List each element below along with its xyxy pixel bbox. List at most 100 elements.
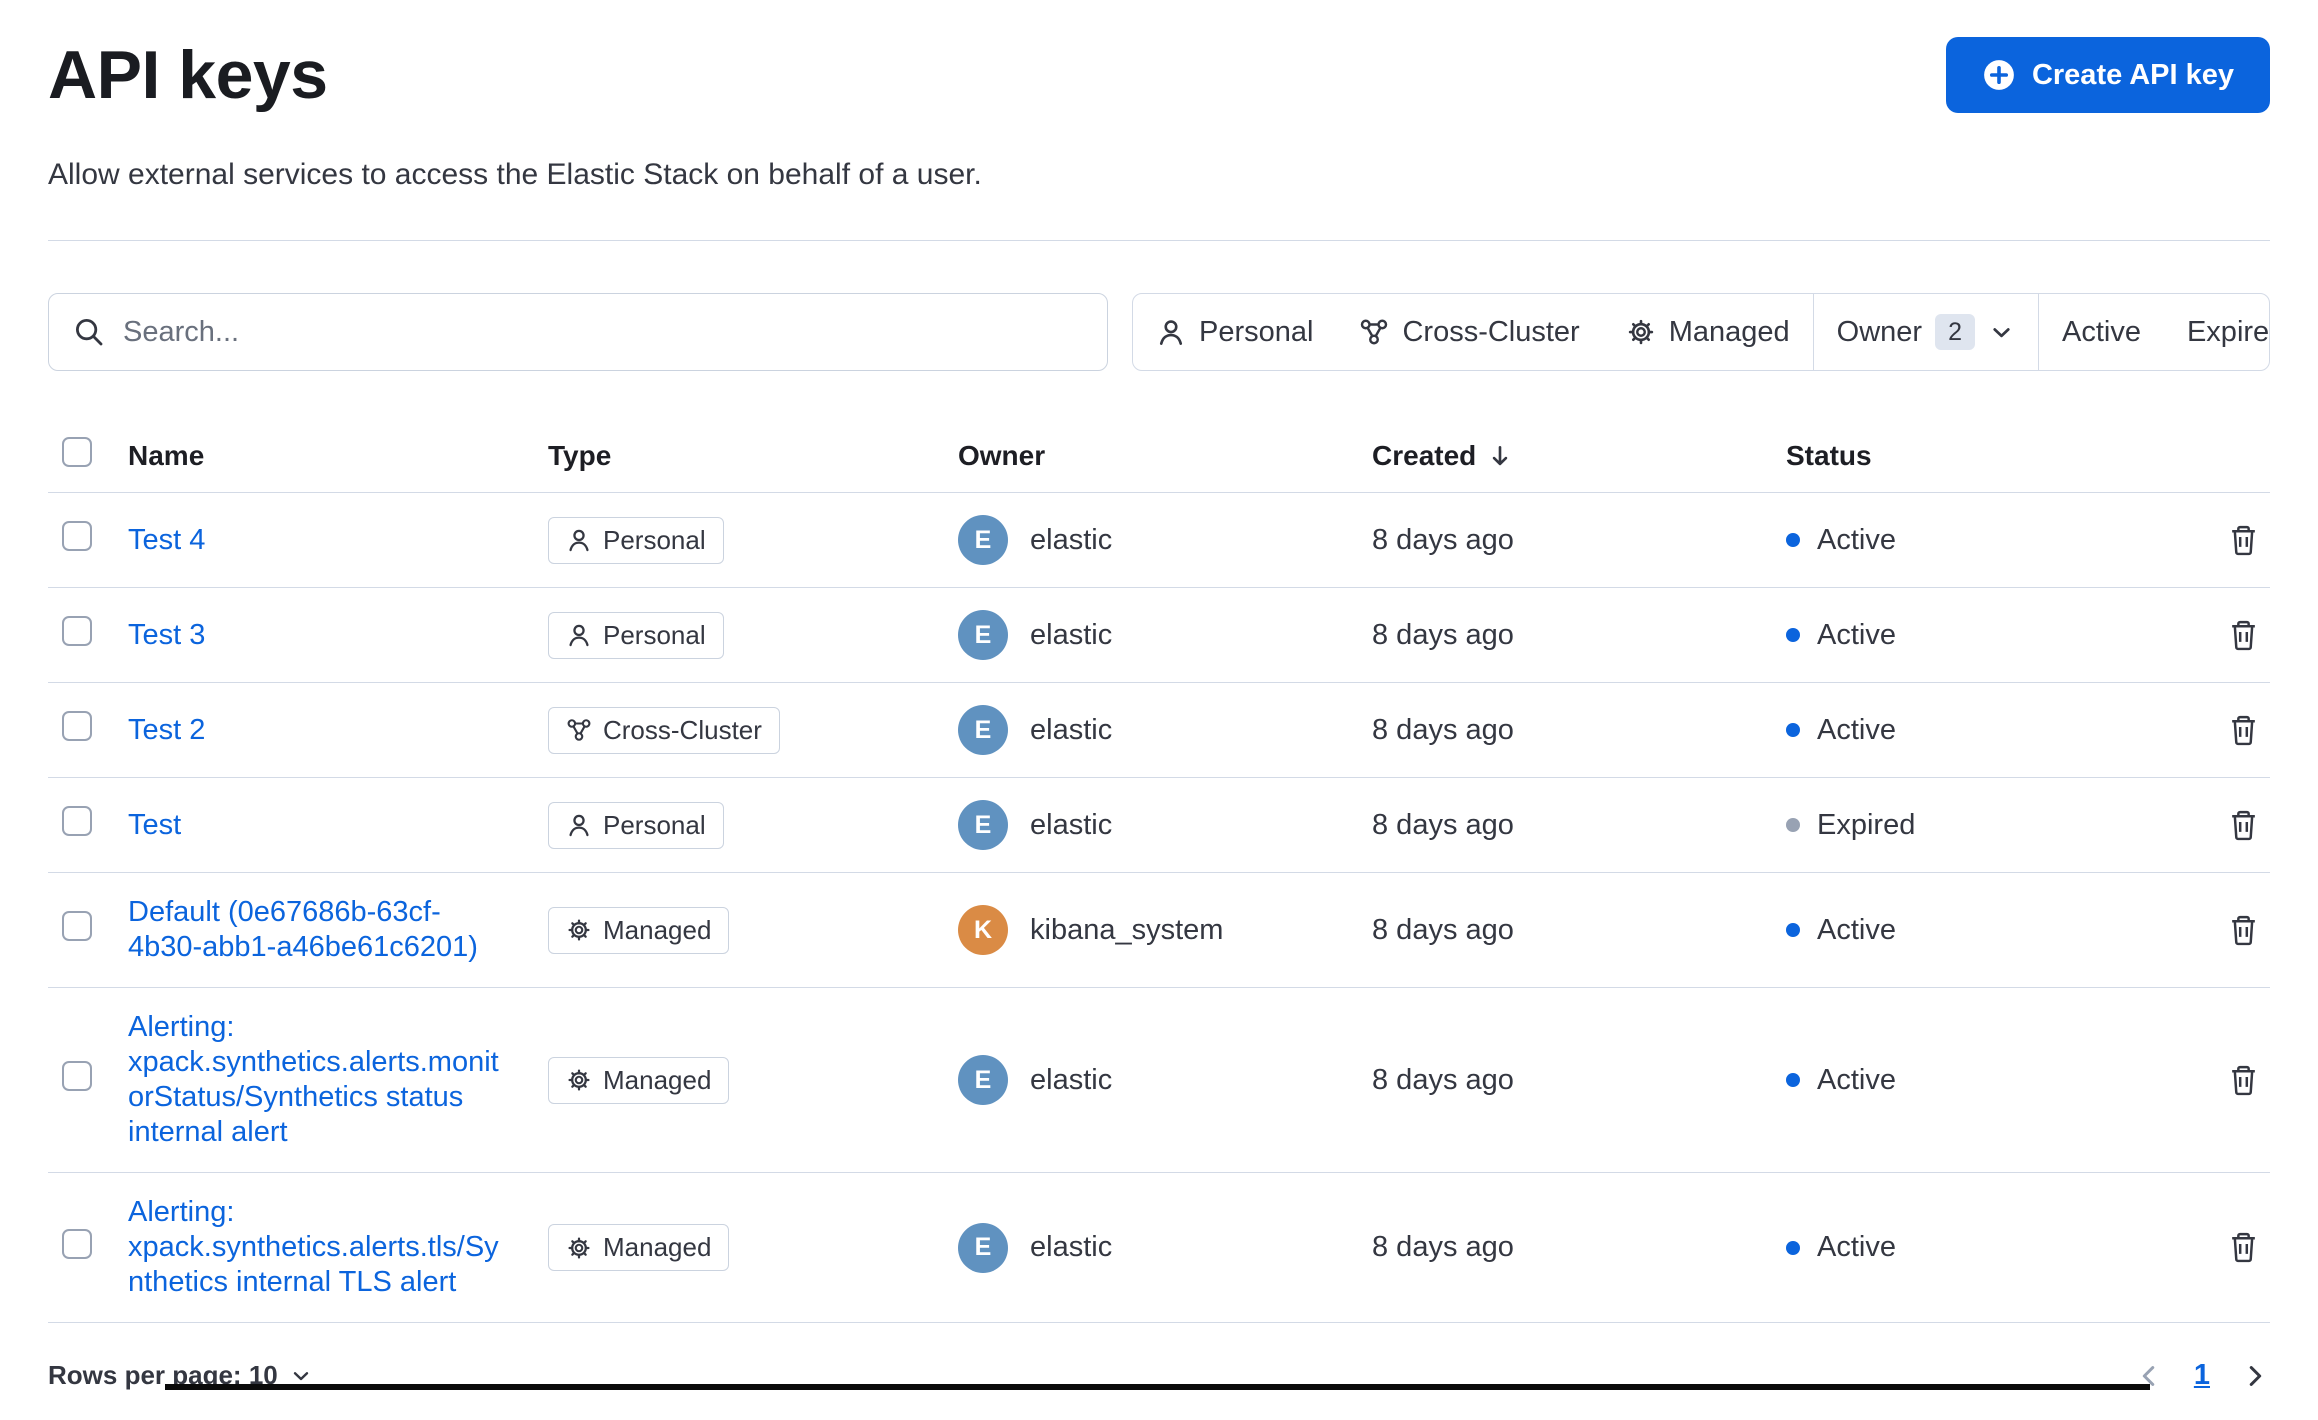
page-title: API keys <box>48 37 328 113</box>
type-badge: Personal <box>548 801 724 849</box>
filter-group: Personal Cross-Cluster Managed Owner 2 A… <box>1132 293 2270 371</box>
delete-api-key-button[interactable] <box>2221 612 2266 657</box>
next-page-button[interactable] <box>2240 1361 2270 1391</box>
created-value: 8 days ago <box>1372 713 1514 746</box>
row-checkbox[interactable] <box>62 806 92 836</box>
type-badge-label: Cross-Cluster <box>603 714 762 745</box>
filter-cross-cluster[interactable]: Cross-Cluster <box>1336 294 1602 370</box>
type-badge-label: Personal <box>603 809 706 840</box>
api-key-name-link[interactable]: Default (0e67686b-63cf-4b30-abb1-a46be61… <box>128 895 512 965</box>
filter-cross-cluster-label: Cross-Cluster <box>1402 315 1580 348</box>
table-body: Test 4 Personal E elastic 8 days ago Act… <box>48 493 2270 1323</box>
filter-managed-label: Managed <box>1668 315 1790 348</box>
status-label: Active <box>1817 1231 1896 1263</box>
gear-icon <box>566 1067 592 1093</box>
filter-personal[interactable]: Personal <box>1133 294 1336 370</box>
table-row: Default (0e67686b-63cf-4b30-abb1-a46be61… <box>48 873 2270 988</box>
delete-api-key-button[interactable] <box>2221 1057 2266 1102</box>
owner-name: elastic <box>1030 713 1113 746</box>
page-header: API keys Create API key <box>48 36 2270 114</box>
column-header-name[interactable]: Name <box>128 440 548 472</box>
status-dot <box>1786 723 1800 737</box>
created-value: 8 days ago <box>1372 808 1514 841</box>
status-label: Active <box>1817 913 1896 946</box>
search-input[interactable] <box>123 315 1083 349</box>
api-keys-table: Name Type Owner Created Status Test 4 Pe <box>48 427 2270 1323</box>
owner-avatar: E <box>958 610 1008 660</box>
api-key-name-link[interactable]: Test 3 <box>128 618 512 653</box>
row-checkbox[interactable] <box>62 521 92 551</box>
status-dot <box>1786 818 1800 832</box>
filter-owner-label: Owner <box>1836 315 1923 348</box>
user-icon <box>566 527 592 553</box>
search-box <box>48 293 1108 371</box>
column-header-created[interactable]: Created <box>1372 440 1786 472</box>
delete-api-key-button[interactable] <box>2221 517 2266 562</box>
trash-icon <box>2227 618 2260 651</box>
status-dot <box>1786 1073 1800 1087</box>
owner-name: elastic <box>1030 1231 1113 1263</box>
type-badge: Managed <box>548 906 730 954</box>
status-label: Expired <box>1817 808 1916 841</box>
api-key-name-link[interactable]: Alerting: xpack.synthetics.alerts.monito… <box>128 1010 512 1150</box>
page-number-1[interactable]: 1 <box>2194 1359 2210 1392</box>
status-dot <box>1786 533 1800 547</box>
column-header-type[interactable]: Type <box>548 440 958 472</box>
created-value: 8 days ago <box>1372 1063 1514 1096</box>
owner-avatar: E <box>958 1055 1008 1105</box>
row-checkbox[interactable] <box>62 1061 92 1091</box>
create-api-key-button[interactable]: Create API key <box>1945 37 2270 113</box>
type-badge: Personal <box>548 611 724 659</box>
status-label: Active <box>1817 713 1896 746</box>
user-icon <box>566 812 592 838</box>
delete-api-key-button[interactable] <box>2221 907 2266 952</box>
delete-api-key-button[interactable] <box>2221 1224 2266 1269</box>
row-checkbox[interactable] <box>62 1228 92 1259</box>
api-key-name-link[interactable]: Test 2 <box>128 713 512 748</box>
created-value: 8 days ago <box>1372 1231 1514 1263</box>
status-label: Active <box>1817 618 1896 651</box>
delete-api-key-button[interactable] <box>2221 802 2266 847</box>
user-icon <box>566 622 592 648</box>
bottom-bar <box>165 1384 2150 1390</box>
row-checkbox[interactable] <box>62 911 92 941</box>
column-header-owner[interactable]: Owner <box>958 440 1372 472</box>
filter-expired[interactable]: Expired <box>2164 294 2269 370</box>
status-dot <box>1786 923 1800 937</box>
pagination: 1 <box>2134 1359 2270 1392</box>
table-row: Test Personal E elastic 8 days ago Expir… <box>48 778 2270 873</box>
owner-count-badge: 2 <box>1935 314 1975 350</box>
api-key-name-link[interactable]: Test 4 <box>128 523 512 558</box>
select-all-checkbox[interactable] <box>62 437 92 467</box>
type-badge: Managed <box>548 1056 730 1104</box>
cluster-icon <box>1359 317 1389 347</box>
toolbar: Personal Cross-Cluster Managed Owner 2 <box>48 293 2270 371</box>
row-checkbox[interactable] <box>62 711 92 741</box>
owner-avatar: K <box>958 905 1008 955</box>
chevron-down-icon <box>1988 319 2015 346</box>
column-header-status[interactable]: Status <box>1786 440 2200 472</box>
filter-personal-label: Personal <box>1199 315 1314 348</box>
table-header-row: Name Type Owner Created Status <box>48 427 2270 493</box>
owner-avatar: E <box>958 705 1008 755</box>
chevron-right-icon <box>2240 1361 2270 1391</box>
type-badge: Managed <box>548 1224 730 1271</box>
type-badge-label: Managed <box>603 1064 712 1095</box>
trash-icon <box>2227 913 2260 946</box>
api-key-name-link[interactable]: Test <box>128 808 512 843</box>
filter-owner-dropdown[interactable]: Owner 2 <box>1812 294 2038 370</box>
page-subtitle: Allow external services to access the El… <box>48 158 982 191</box>
sort-descending-icon <box>1486 442 1514 470</box>
cluster-icon <box>566 717 592 743</box>
gear-icon <box>1626 317 1656 347</box>
api-key-name-link[interactable]: Alerting: xpack.synthetics.alerts.tls/Sy… <box>128 1195 512 1300</box>
type-badge-label: Personal <box>603 524 706 555</box>
filter-active[interactable]: Active <box>2037 294 2164 370</box>
created-value: 8 days ago <box>1372 523 1514 556</box>
created-value: 8 days ago <box>1372 913 1514 946</box>
filter-managed[interactable]: Managed <box>1603 294 1813 370</box>
row-checkbox[interactable] <box>62 616 92 646</box>
table-row: Alerting: xpack.synthetics.alerts.monito… <box>48 988 2270 1173</box>
type-badge-label: Personal <box>603 619 706 650</box>
delete-api-key-button[interactable] <box>2221 707 2266 752</box>
